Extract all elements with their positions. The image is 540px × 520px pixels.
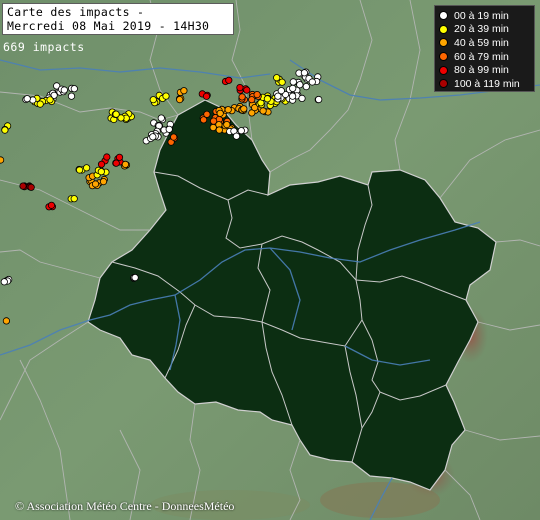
impact-marker	[60, 86, 68, 94]
impact-marker	[289, 78, 297, 86]
impact-marker	[19, 182, 27, 190]
impact-count: 669 impacts	[3, 40, 85, 54]
map-title-line-1: Carte des impacts -	[7, 5, 145, 19]
legend-label: 80 à 99 min	[454, 64, 509, 77]
legend-dot-3	[439, 52, 448, 62]
impact-marker	[157, 114, 165, 122]
impact-marker	[216, 109, 224, 117]
impact-marker	[238, 93, 246, 101]
legend-dot-5	[439, 79, 448, 89]
impact-marker	[97, 160, 106, 168]
impact-marker	[99, 178, 108, 186]
impact-marker	[298, 94, 306, 103]
legend-label: 20 à 39 min	[454, 23, 509, 36]
legend-item: 00 à 19 min	[439, 9, 530, 23]
impact-marker	[288, 92, 297, 100]
legend-label: 100 à 119 min	[454, 77, 520, 90]
impact-marker	[0, 156, 5, 164]
impact-marker	[248, 96, 256, 104]
impact-marker	[203, 110, 211, 118]
impact-marker	[253, 91, 261, 99]
impact-marker	[225, 76, 233, 84]
impact-marker	[224, 106, 232, 114]
impact-marker	[215, 126, 223, 134]
lightning-map: Carte des impacts - Mercredi 08 Mai 2019…	[0, 0, 540, 520]
impact-marker	[149, 133, 157, 141]
impact-marker	[170, 133, 178, 141]
impact-marker	[76, 166, 84, 174]
impact-marker	[180, 87, 188, 95]
impact-marker	[70, 85, 78, 93]
impact-marker	[209, 123, 217, 132]
impact-marker	[302, 83, 310, 91]
legend-item: 40 à 59 min	[439, 36, 530, 50]
impact-marker	[36, 100, 44, 108]
copyright-notice: © Association Météo Centre - DonneesMété…	[15, 499, 235, 513]
legend-dot-4	[439, 65, 448, 75]
impact-marker	[97, 168, 105, 176]
map-title-box: Carte des impacts - Mercredi 08 Mai 2019…	[2, 3, 234, 35]
impact-marker	[47, 201, 56, 209]
impact-marker	[112, 159, 120, 167]
legend-item: 20 à 39 min	[439, 23, 530, 37]
legend-item: 60 à 79 min	[439, 50, 530, 64]
impact-marker	[232, 132, 241, 140]
impact-marker	[83, 164, 91, 172]
legend-label: 00 à 19 min	[454, 9, 509, 22]
legend-label: 60 à 79 min	[454, 50, 509, 63]
impact-marker	[277, 87, 285, 95]
impact-marker	[296, 81, 304, 89]
legend-item: 100 à 119 min	[439, 77, 530, 91]
impact-marker	[165, 125, 173, 133]
legend-label: 40 à 59 min	[454, 36, 509, 49]
legend: 00 à 19 min 20 à 39 min 40 à 59 min 60 à…	[434, 5, 535, 92]
impact-marker	[115, 153, 124, 161]
legend-dot-0	[439, 11, 448, 21]
legend-dot-1	[439, 24, 448, 34]
impact-marker	[27, 183, 35, 191]
impact-marker	[236, 84, 244, 92]
legend-dot-2	[439, 38, 448, 48]
impact-marker	[237, 127, 245, 135]
impact-marker	[202, 92, 211, 100]
impact-marker	[162, 92, 170, 100]
impact-marker	[308, 78, 316, 86]
impact-marker	[91, 180, 100, 188]
impact-marker	[263, 95, 271, 103]
legend-item: 80 à 99 min	[439, 63, 530, 77]
impact-marker	[259, 107, 267, 115]
impact-marker	[70, 195, 78, 203]
impact-marker	[23, 95, 31, 103]
impact-marker	[243, 86, 251, 94]
impact-marker	[289, 84, 297, 93]
impact-marker	[278, 78, 286, 86]
impact-marker	[112, 110, 120, 118]
impact-marker	[67, 92, 76, 100]
impact-marker	[176, 96, 184, 104]
impact-marker	[2, 317, 11, 325]
impact-marker	[315, 95, 323, 104]
impact-marker	[131, 273, 139, 282]
impact-marker	[300, 69, 308, 77]
impact-marker	[103, 153, 111, 161]
impact-marker	[273, 74, 281, 82]
impact-marker	[46, 96, 54, 104]
impact-marker	[121, 160, 130, 168]
impact-marker	[240, 105, 248, 113]
impact-marker	[223, 121, 231, 129]
impact-marker	[0, 278, 8, 286]
map-title-line-2: Mercredi 08 Mai 2019 - 14H30	[7, 19, 210, 33]
impact-marker	[149, 96, 157, 104]
impact-marker	[1, 126, 9, 134]
